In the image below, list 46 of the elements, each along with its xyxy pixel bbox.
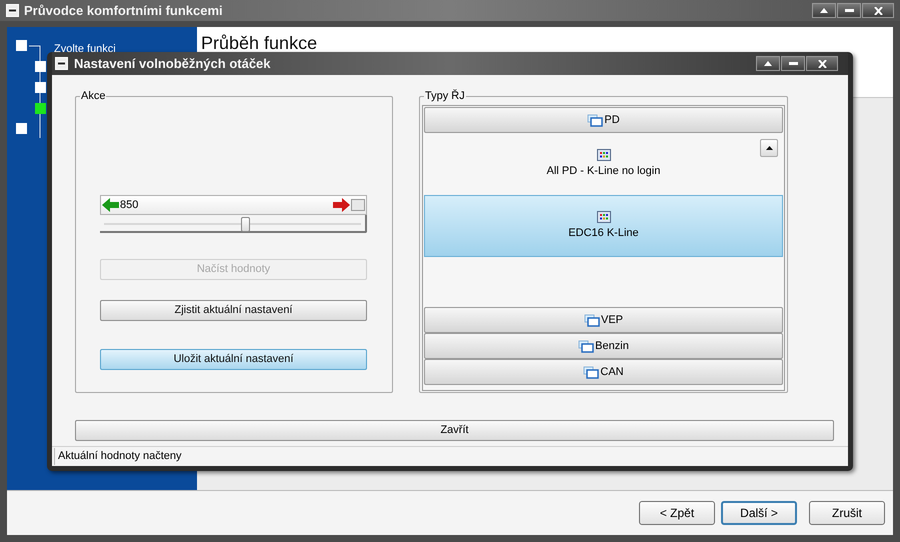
- checkbox[interactable]: [351, 199, 365, 211]
- windows-icon: [584, 314, 600, 326]
- group-button[interactable]: PD: [424, 107, 783, 133]
- action-button[interactable]: Zjistit aktuální nastavení: [100, 300, 367, 321]
- action-button[interactable]: Uložit aktuální nastavení: [100, 349, 367, 370]
- step-label: Zvolte funkci: [54, 42, 116, 57]
- value-field[interactable]: 850: [100, 195, 367, 215]
- maximize-button[interactable]: [756, 56, 780, 71]
- page-heading: Průběh funkce: [201, 33, 318, 53]
- window-menu-icon[interactable]: [6, 4, 19, 17]
- windows-icon: [587, 114, 604, 126]
- minimize-icon: [788, 62, 798, 65]
- close-dialog-button[interactable]: Zavřít: [75, 420, 834, 441]
- status-text: Aktuální hodnoty načteny: [54, 448, 182, 465]
- slider-thumb[interactable]: [240, 217, 250, 232]
- module-icon: [596, 148, 610, 161]
- maximize-button[interactable]: [812, 3, 836, 18]
- left-arrow-icon[interactable]: [102, 198, 119, 212]
- triangle-icon: [764, 61, 772, 66]
- group-button[interactable]: CAN: [424, 359, 783, 385]
- module-icon: [596, 210, 610, 223]
- scroll-up-button[interactable]: [760, 139, 778, 157]
- triangle-icon: [766, 146, 772, 150]
- slider-track[interactable]: [100, 215, 367, 233]
- slider-value: 850: [120, 198, 140, 213]
- windows-icon: [583, 366, 600, 378]
- nav-button[interactable]: Další >: [721, 501, 797, 525]
- nav-button[interactable]: Zrušit: [809, 501, 885, 525]
- minimize-button[interactable]: [781, 56, 805, 71]
- triangle-icon: [820, 8, 828, 13]
- unit-item[interactable]: EDC16 K-Line: [424, 195, 783, 257]
- dialog-title: Nastavení volnoběžných otáček: [74, 54, 272, 73]
- group-legend: Typy ŘJ: [424, 90, 466, 103]
- window-menu-icon[interactable]: [55, 57, 68, 70]
- minimize-button[interactable]: [837, 3, 861, 18]
- windows-icon: [578, 340, 594, 352]
- close-button[interactable]: [806, 56, 838, 71]
- minimize-icon: [844, 9, 854, 12]
- group-button[interactable]: VEP: [424, 307, 783, 333]
- close-icon: [874, 6, 882, 14]
- right-arrow-icon[interactable]: [333, 198, 350, 212]
- group-button[interactable]: Benzin: [424, 333, 783, 359]
- nav-button[interactable]: < Zpět: [639, 501, 715, 525]
- window-title: Průvodce komfortními funkcemi: [24, 2, 224, 20]
- close-icon: [818, 60, 826, 68]
- close-button[interactable]: [862, 3, 894, 18]
